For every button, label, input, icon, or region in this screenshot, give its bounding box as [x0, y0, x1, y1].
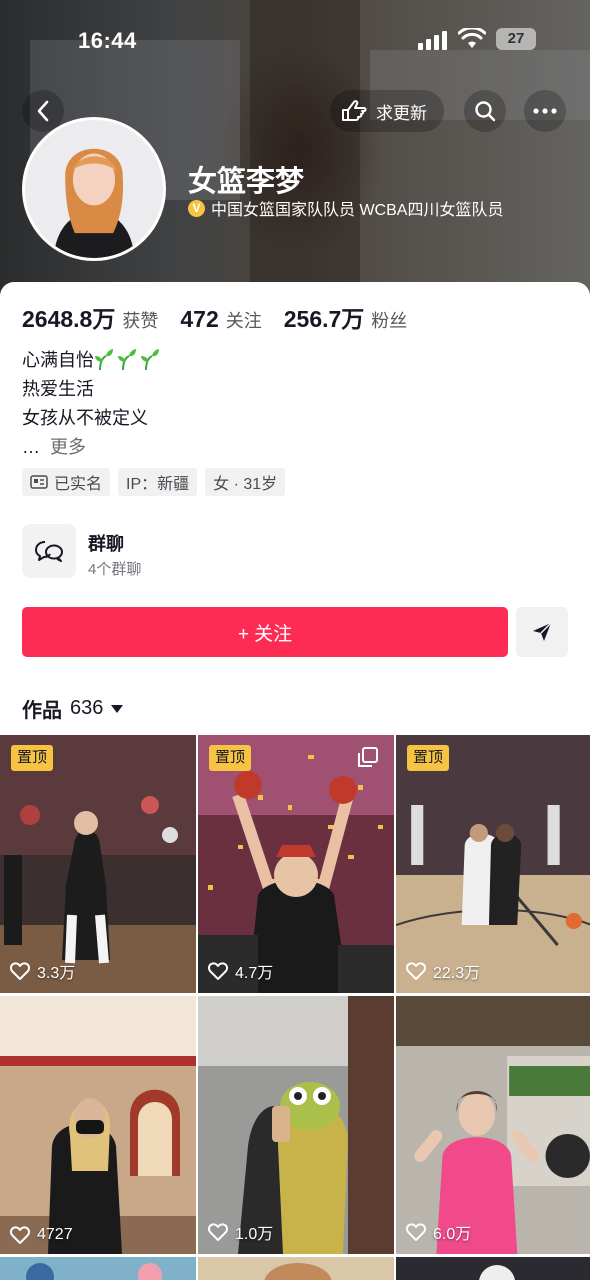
ip-location-tag: IP：新疆 [118, 468, 198, 496]
request-update-label: 求更新 [376, 103, 427, 123]
likes-count: 2648.8万 [22, 306, 116, 332]
profile-stats: 2648.8万 获赞 472 关注 256.7万 粉丝 [22, 300, 429, 334]
post-thumbnail[interactable]: 置顶 4.7万 [198, 735, 394, 993]
following-label[interactable]: 关注 [226, 307, 262, 333]
group-chat-entry[interactable]: 群聊 4个群聊 [22, 524, 322, 580]
bio-line: 女孩从不被定义 [22, 408, 148, 428]
bio-line: 热爱生活 [22, 379, 94, 399]
caret-down-icon [111, 704, 124, 713]
profile-name: 女篮李梦 [188, 166, 305, 198]
heart-icon [406, 1223, 426, 1241]
bio-more-link[interactable]: 更多 [50, 437, 86, 457]
send-message-button[interactable] [516, 607, 568, 657]
post-thumbnail[interactable]: 1.0万 [198, 996, 394, 1254]
post-image [0, 996, 196, 1254]
seedling-icon [118, 349, 136, 370]
pinned-badge: 置顶 [209, 745, 252, 771]
battery-icon: 27 [496, 28, 536, 50]
post-image [396, 735, 590, 993]
group-chat-icon [22, 524, 76, 578]
verification-text: 中国女篮国家队队员 WCBA四川女篮队员 [211, 202, 504, 219]
chevron-left-icon [37, 100, 49, 122]
heart-icon [10, 1226, 30, 1244]
post-image [198, 1257, 394, 1280]
search-button[interactable] [464, 90, 506, 132]
request-update-button[interactable]: 求更新 [330, 90, 444, 132]
group-chat-subtitle: 4个群聊 [88, 561, 142, 578]
post-likes-count: 4.7万 [235, 965, 274, 982]
works-tab[interactable]: 作品 636 [22, 694, 124, 723]
bio-line: 心满自怡 [22, 346, 163, 375]
post-image [198, 735, 394, 993]
more-dots-icon [533, 108, 557, 114]
send-arrow-icon [533, 622, 552, 641]
status-time: 16:44 [78, 28, 137, 53]
pinned-badge: 置顶 [11, 745, 54, 771]
post-likes-count: 4727 [37, 1226, 73, 1243]
post-thumbnail[interactable]: 4727 [0, 996, 196, 1254]
post-image [396, 1257, 590, 1280]
heart-icon [406, 962, 426, 980]
seedling-icon [95, 349, 113, 370]
status-bar: 16:44 27 [0, 0, 590, 80]
signal-icon [418, 30, 450, 50]
post-likes-count: 6.0万 [433, 1226, 472, 1243]
more-options-button[interactable] [524, 90, 566, 132]
bio: 心满自怡 热爱生活 女孩从不被定义 … 更多 [22, 346, 163, 462]
real-name-label: 已实名 [54, 476, 103, 493]
post-thumbnail[interactable] [198, 1257, 394, 1280]
post-image [198, 996, 394, 1254]
heart-icon [10, 962, 30, 980]
real-name-tag: 已实名 [22, 468, 111, 496]
bio-expand[interactable]: … 更多 [22, 433, 163, 462]
wifi-icon [457, 26, 487, 50]
post-likes: 4727 [10, 1226, 73, 1244]
heart-icon [208, 962, 228, 980]
post-thumbnail[interactable] [396, 1257, 590, 1280]
followers-count[interactable]: 256.7万 [284, 300, 365, 334]
followers-label[interactable]: 粉丝 [371, 307, 407, 333]
bio-line-text: 心满自怡 [22, 350, 94, 370]
post-likes: 22.3万 [406, 959, 480, 983]
gender-age-label: 女 · 31岁 [213, 476, 278, 493]
profile-sheet: 2648.8万 获赞 472 关注 256.7万 粉丝 心满自怡 热爱生活 女孩… [0, 282, 590, 1280]
likes-label: 获赞 [122, 311, 159, 331]
post-image [0, 735, 196, 993]
search-icon [475, 101, 496, 122]
id-card-icon [30, 475, 48, 489]
works-count: 636 [70, 697, 104, 719]
post-image [0, 1257, 196, 1280]
bio-ellipsis: … [22, 437, 40, 457]
post-likes-count: 1.0万 [235, 1226, 274, 1243]
pointing-hand-icon [342, 100, 367, 121]
avatar[interactable] [22, 117, 166, 261]
pinned-badge: 置顶 [407, 745, 450, 771]
follow-label: + 关注 [237, 623, 293, 645]
profile-tags: 已实名 IP：新疆 女 · 31岁 [22, 468, 286, 496]
heart-icon [208, 1223, 228, 1241]
following-count[interactable]: 472 [180, 306, 218, 333]
post-likes: 4.7万 [208, 959, 273, 983]
post-thumbnail[interactable]: 置顶 22.3万 [396, 735, 590, 993]
works-label: 作品 [22, 700, 62, 722]
post-likes: 3.3万 [10, 959, 75, 983]
post-thumbnail[interactable]: 6.0万 [396, 996, 590, 1254]
post-likes: 6.0万 [406, 1220, 471, 1244]
gender-age-tag: 女 · 31岁 [205, 468, 286, 496]
post-image [396, 996, 590, 1254]
verified-badge-icon: V [188, 199, 205, 217]
group-chat-title: 群聊 [88, 534, 124, 554]
ip-location-label: IP：新疆 [126, 476, 190, 493]
post-thumbnail[interactable] [0, 1257, 196, 1280]
post-thumbnail[interactable]: 置顶 3.3万 [0, 735, 196, 993]
multi-image-icon [358, 747, 378, 767]
post-likes-count: 22.3万 [433, 965, 481, 982]
verification-info: V 中国女篮国家队队员 WCBA四川女篮队员 [188, 196, 503, 220]
seedling-icon [141, 349, 159, 370]
post-likes: 1.0万 [208, 1220, 273, 1244]
follow-button[interactable]: + 关注 [22, 607, 508, 657]
post-likes-count: 3.3万 [37, 965, 76, 982]
